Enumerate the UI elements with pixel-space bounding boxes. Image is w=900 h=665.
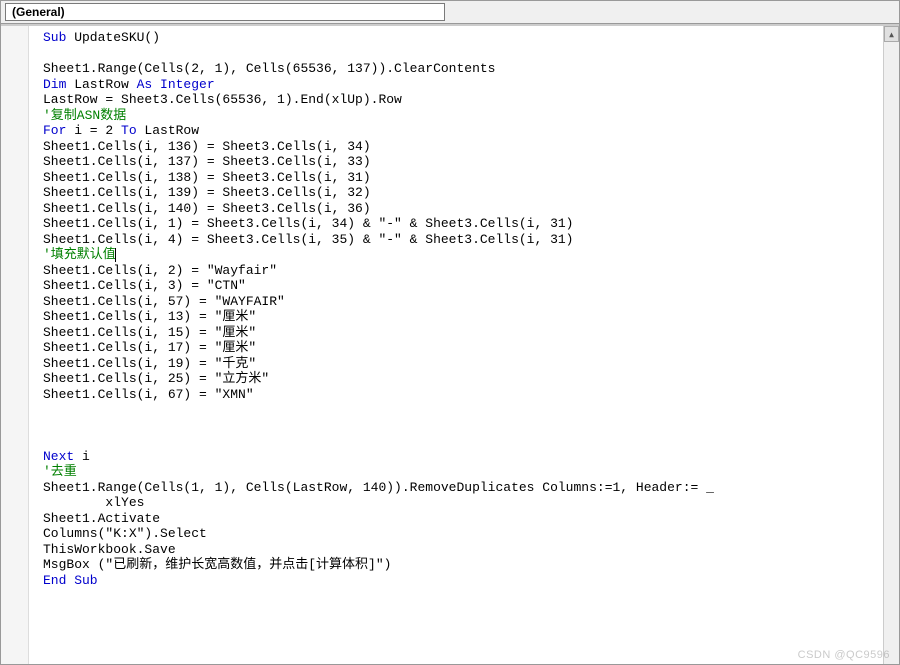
code-line[interactable]: Sheet1.Cells(i, 2) = "Wayfair"	[43, 263, 883, 279]
scroll-up-arrow[interactable]: ▲	[884, 26, 899, 42]
editor-area: Sub UpdateSKU() Sheet1.Range(Cells(2, 1)…	[1, 24, 899, 664]
code-line[interactable]: Sheet1.Cells(i, 57) = "WAYFAIR"	[43, 294, 883, 310]
code-line[interactable]: MsgBox ("已刷新，维护长宽高数值，并点击[计算体积]")	[43, 557, 883, 573]
code-line[interactable]: LastRow = Sheet3.Cells(65536, 1).End(xlU…	[43, 92, 883, 108]
code-line[interactable]	[43, 46, 883, 62]
vba-editor-frame: (General) Sub UpdateSKU() Sheet1.Range(C…	[0, 0, 900, 665]
code-line[interactable]: Sheet1.Cells(i, 136) = Sheet3.Cells(i, 3…	[43, 139, 883, 155]
code-line[interactable]: Sheet1.Cells(i, 139) = Sheet3.Cells(i, 3…	[43, 185, 883, 201]
code-line[interactable]: Dim LastRow As Integer	[43, 77, 883, 93]
margin-gutter	[1, 26, 29, 664]
code-line[interactable]	[43, 433, 883, 449]
code-line[interactable]: Sheet1.Cells(i, 4) = Sheet3.Cells(i, 35)…	[43, 232, 883, 248]
object-dropdown-bar: (General)	[1, 1, 899, 24]
code-line[interactable]: Sheet1.Cells(i, 17) = "厘米"	[43, 340, 883, 356]
code-line[interactable]: ThisWorkbook.Save	[43, 542, 883, 558]
code-line[interactable]: End Sub	[43, 573, 883, 589]
code-line[interactable]: Sheet1.Cells(i, 138) = Sheet3.Cells(i, 3…	[43, 170, 883, 186]
code-line[interactable]: Columns("K:X").Select	[43, 526, 883, 542]
watermark-text: CSDN @QC9596	[798, 649, 890, 661]
code-line[interactable]	[43, 402, 883, 418]
code-line[interactable]: Sheet1.Cells(i, 3) = "CTN"	[43, 278, 883, 294]
code-line[interactable]: Sheet1.Cells(i, 1) = Sheet3.Cells(i, 34)…	[43, 216, 883, 232]
code-line[interactable]: Sheet1.Range(Cells(2, 1), Cells(65536, 1…	[43, 61, 883, 77]
code-line[interactable]: Sheet1.Cells(i, 67) = "XMN"	[43, 387, 883, 403]
code-line[interactable]: Next i	[43, 449, 883, 465]
code-line[interactable]: Sheet1.Range(Cells(1, 1), Cells(LastRow,…	[43, 480, 883, 496]
object-selector-dropdown[interactable]: (General)	[5, 3, 445, 21]
code-line[interactable]: Sheet1.Cells(i, 15) = "厘米"	[43, 325, 883, 341]
code-line[interactable]: Sheet1.Cells(i, 19) = "千克"	[43, 356, 883, 372]
code-line[interactable]	[43, 418, 883, 434]
code-line[interactable]: Sheet1.Cells(i, 25) = "立方米"	[43, 371, 883, 387]
code-line[interactable]: '复制ASN数据	[43, 108, 883, 124]
code-pane[interactable]: Sub UpdateSKU() Sheet1.Range(Cells(2, 1)…	[29, 26, 883, 664]
code-line[interactable]: Sheet1.Cells(i, 13) = "厘米"	[43, 309, 883, 325]
vertical-scrollbar[interactable]: ▲	[883, 26, 899, 664]
code-line[interactable]: Sheet1.Cells(i, 137) = Sheet3.Cells(i, 3…	[43, 154, 883, 170]
code-line[interactable]: Sub UpdateSKU()	[43, 30, 883, 46]
code-line[interactable]: Sheet1.Cells(i, 140) = Sheet3.Cells(i, 3…	[43, 201, 883, 217]
code-line[interactable]: Sheet1.Activate	[43, 511, 883, 527]
code-line[interactable]: '去重	[43, 464, 883, 480]
code-line[interactable]: xlYes	[43, 495, 883, 511]
code-line[interactable]: For i = 2 To LastRow	[43, 123, 883, 139]
code-line[interactable]: '填充默认值	[43, 247, 883, 263]
